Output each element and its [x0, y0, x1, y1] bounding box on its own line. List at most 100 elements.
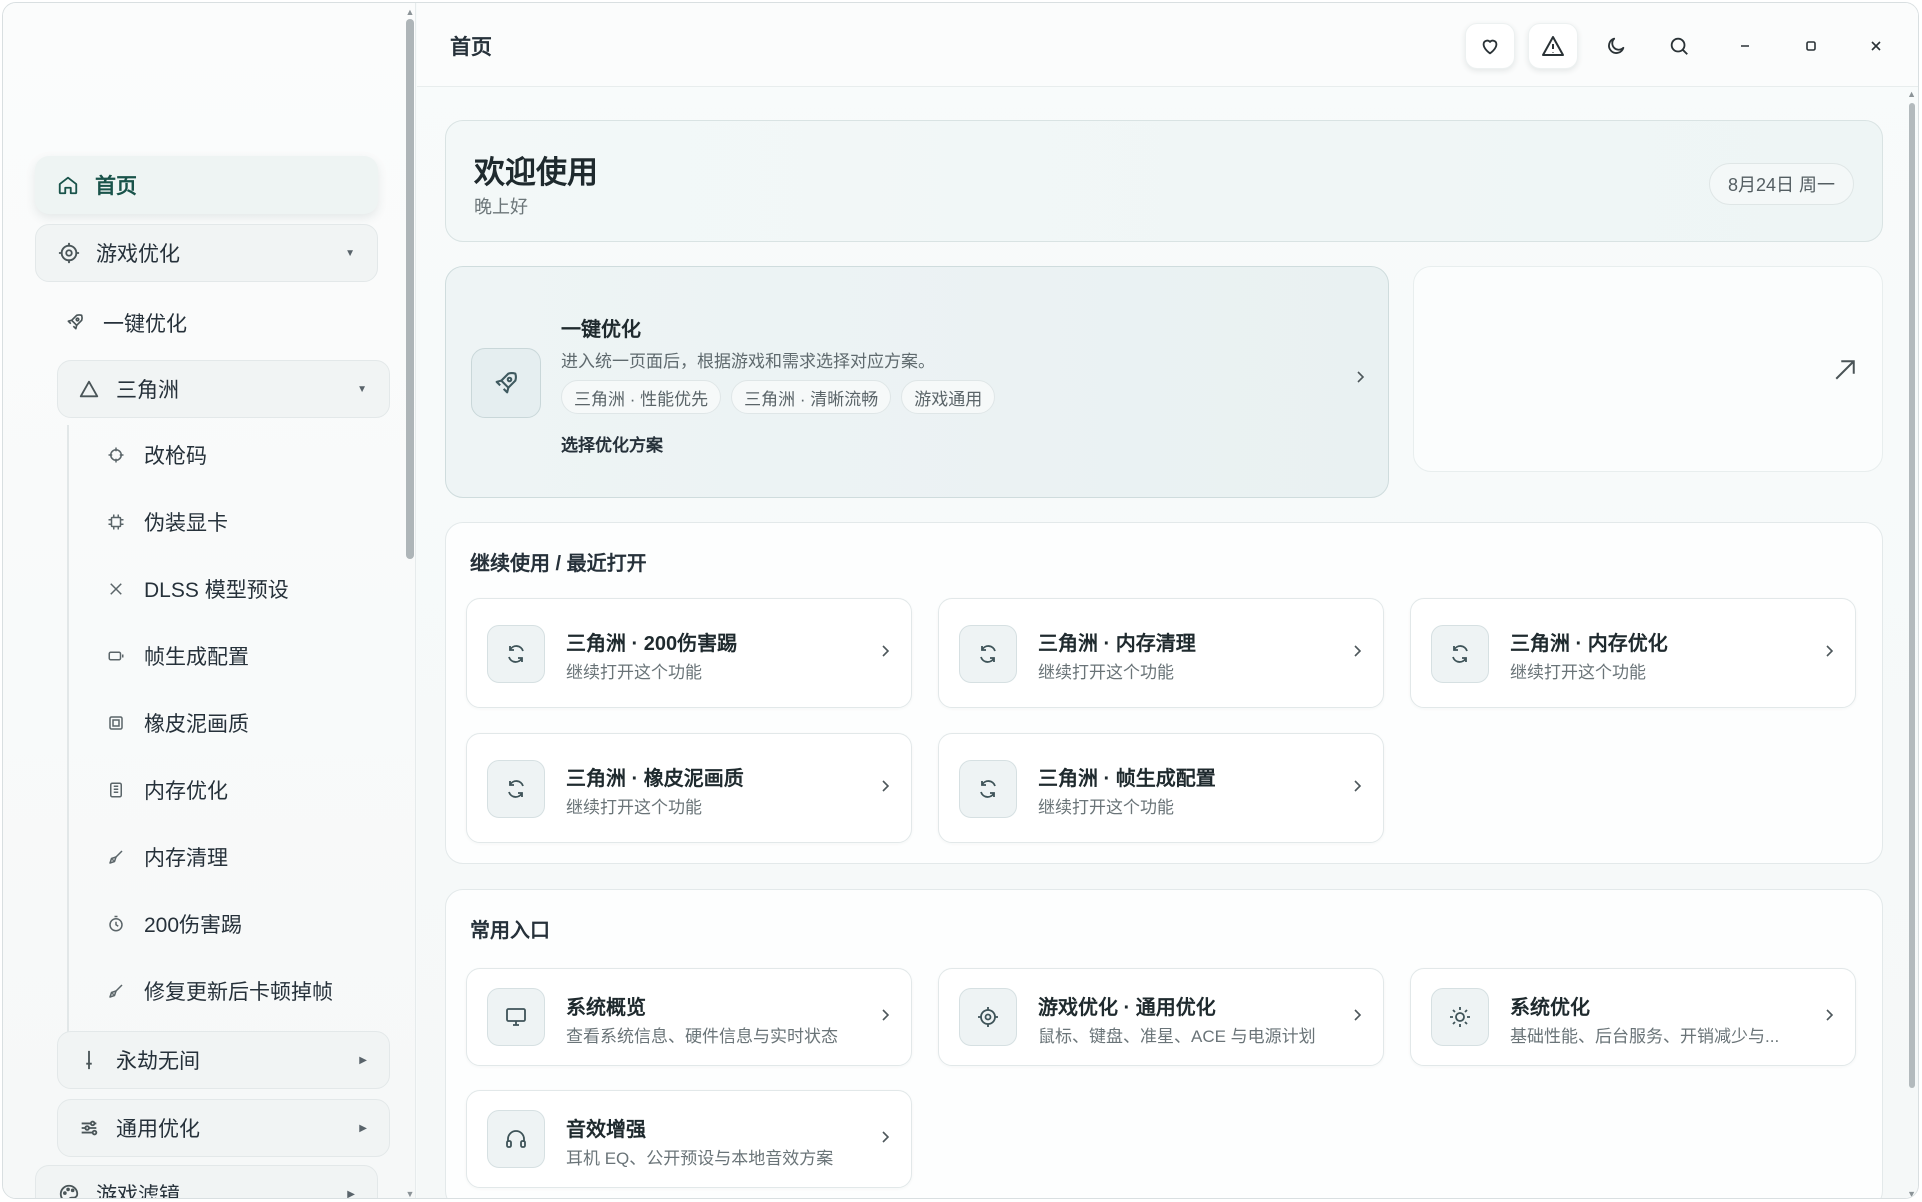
promo-card[interactable]: [1413, 266, 1883, 472]
common-item-game-general[interactable]: 游戏优化 · 通用优化 鼠标、键盘、准星、ACE 与电源计划: [938, 968, 1384, 1066]
caret-down-icon: ▼: [357, 383, 367, 395]
sidebar-sub-fake-gpu[interactable]: 伪装显卡: [107, 502, 228, 542]
section-title: 继续使用 / 最近打开: [470, 553, 647, 575]
chevron-right-icon: [877, 643, 893, 659]
scroll-down-arrow[interactable]: ▼: [1907, 1189, 1916, 1198]
common-item-title: 音效增强: [566, 1119, 646, 1141]
refresh-icon: [487, 625, 545, 683]
tag-general[interactable]: 游戏通用: [901, 380, 996, 414]
maximize-icon: [1804, 39, 1818, 53]
tree-line: [67, 425, 69, 1035]
scroll-up-arrow[interactable]: ▲: [1907, 89, 1916, 99]
sidebar-item-label: 修复更新后卡顿掉帧: [144, 981, 333, 1004]
recent-item[interactable]: 三角洲 · 内存清理 继续打开这个功能: [938, 598, 1384, 708]
sidebar-item-label: 三角洲: [116, 379, 179, 402]
palette-icon: [58, 1183, 80, 1198]
sidebar-item-label: 游戏滤镜: [96, 1184, 180, 1199]
sidebar-item-home[interactable]: 首页: [35, 156, 378, 214]
common-item-system-overview[interactable]: 系统概览 查看系统信息、硬件信息与实时状态: [466, 968, 912, 1066]
recent-item-subtitle: 继续打开这个功能: [566, 798, 702, 817]
sidebar-item-general-opt[interactable]: 通用优化 ▶: [57, 1099, 390, 1157]
one-click-description: 进入统一页面后，根据游戏和需求选择对应方案。: [561, 352, 935, 371]
sidebar-item-game-filter[interactable]: 游戏滤镜 ▶: [35, 1165, 378, 1199]
refresh-icon: [1431, 625, 1489, 683]
recent-item-subtitle: 继续打开这个功能: [1038, 798, 1174, 817]
common-item-system-opt[interactable]: 系统优化 基础性能、后台服务、开销减少与...: [1410, 968, 1856, 1066]
common-section: 常用入口 系统概览 查看系统信息、硬件信息与实时状态 游戏优化 · 通用优化 鼠…: [445, 889, 1883, 1198]
maximize-button[interactable]: [1786, 23, 1836, 69]
tag-delta-clear[interactable]: 三角洲 · 清晰流畅: [731, 380, 892, 414]
sidebar-item-game-opt[interactable]: 游戏优化 ▼: [35, 224, 378, 282]
sidebar-sub-frame-gen[interactable]: 帧生成配置: [107, 636, 249, 676]
common-item-title: 系统优化: [1510, 997, 1590, 1019]
main-scrollbar[interactable]: [1909, 103, 1915, 1088]
recent-item[interactable]: 三角洲 · 200伤害踢 继续打开这个功能: [466, 598, 912, 708]
sidebar-sub-mem-opt[interactable]: 内存优化: [107, 770, 228, 810]
common-item-audio[interactable]: 音效增强 耳机 EQ、公开预设与本地音效方案: [466, 1090, 912, 1188]
sidebar-sub-fix-stutter[interactable]: 修复更新后卡顿掉帧: [107, 971, 333, 1011]
recent-item-title: 三角洲 · 200伤害踢: [566, 633, 738, 655]
image-icon: [107, 714, 125, 732]
warning-icon: [1541, 34, 1565, 58]
external-link-icon: [1830, 355, 1860, 385]
search-icon: [1668, 35, 1690, 57]
scroll-down-arrow[interactable]: ▼: [405, 1189, 415, 1198]
one-click-card[interactable]: 一键优化 进入统一页面后，根据游戏和需求选择对应方案。 三角洲 · 性能优先 三…: [445, 266, 1389, 498]
home-icon: [57, 174, 79, 196]
recent-item-title: 三角洲 · 内存清理: [1038, 633, 1196, 655]
main-content: 首页 欢迎使用 晚上好 8月24日 周一 一键优化 进入统一页面后，根据游戏和需…: [417, 3, 1918, 1198]
favorite-button[interactable]: [1465, 23, 1515, 69]
recent-item-subtitle: 继续打开这个功能: [1510, 663, 1646, 682]
minimize-button[interactable]: [1720, 23, 1770, 69]
sidebar-item-label: 永劫无间: [116, 1050, 200, 1073]
select-plan-link[interactable]: 选择优化方案: [561, 431, 663, 456]
scroll-up-arrow[interactable]: ▲: [405, 7, 415, 17]
refresh-icon: [959, 760, 1017, 818]
sidebar-scrollbar[interactable]: [406, 19, 414, 559]
sidebar-item-label: 200伤害踢: [144, 914, 243, 937]
sidebar-item-label: 游戏优化: [96, 243, 180, 266]
chip-icon: [107, 513, 125, 531]
search-button[interactable]: [1654, 23, 1704, 69]
tag-delta-performance[interactable]: 三角洲 · 性能优先: [561, 380, 722, 414]
recent-item-title: 三角洲 · 内存优化: [1510, 633, 1668, 655]
sidebar-item-label: 帧生成配置: [144, 646, 249, 669]
date-badge: 8月24日 周一: [1708, 163, 1854, 205]
recent-section: 继续使用 / 最近打开 三角洲 · 200伤害踢 继续打开这个功能 三角洲 · …: [445, 522, 1883, 864]
sword-icon: [78, 1049, 100, 1071]
sidebar-item-one-click[interactable]: 一键优化: [65, 294, 365, 352]
sidebar-item-label: 改枪码: [144, 445, 207, 468]
sidebar-sub-dlss[interactable]: DLSS 模型预设: [107, 569, 289, 609]
close-button[interactable]: [1851, 23, 1901, 69]
sidebar-sub-200-kick[interactable]: 200伤害踢: [107, 904, 242, 944]
broom-icon: [107, 982, 125, 1000]
sidebar-item-delta[interactable]: 三角洲 ▼: [57, 360, 390, 418]
recent-item[interactable]: 三角洲 · 帧生成配置 继续打开这个功能: [938, 733, 1384, 843]
common-item-subtitle: 鼠标、键盘、准星、ACE 与电源计划: [1038, 1027, 1316, 1046]
recent-item[interactable]: 三角洲 · 内存优化 继续打开这个功能: [1410, 598, 1856, 708]
chevron-right-icon: [1349, 643, 1365, 659]
common-item-subtitle: 查看系统信息、硬件信息与实时状态: [566, 1027, 838, 1046]
welcome-card: 欢迎使用 晚上好 8月24日 周一: [445, 120, 1883, 242]
sidebar-item-naraka[interactable]: 永劫无间 ▶: [57, 1031, 390, 1089]
recent-item-title: 三角洲 · 帧生成配置: [1038, 768, 1216, 790]
close-icon: [1869, 39, 1883, 53]
chevron-right-icon: [1349, 1007, 1365, 1023]
broom-icon: [107, 848, 125, 866]
recent-item-subtitle: 继续打开这个功能: [1038, 663, 1174, 682]
memory-icon: [107, 781, 125, 799]
theme-toggle-button[interactable]: [1591, 23, 1641, 69]
section-title: 常用入口: [470, 920, 550, 942]
sidebar-item-label: 通用优化: [116, 1118, 200, 1141]
recent-item-title: 三角洲 · 橡皮泥画质: [566, 768, 744, 790]
warning-button[interactable]: [1528, 23, 1578, 69]
sidebar-sub-mem-clean[interactable]: 内存清理: [107, 837, 228, 877]
sidebar-sub-clay-quality[interactable]: 橡皮泥画质: [107, 703, 249, 743]
recent-item[interactable]: 三角洲 · 橡皮泥画质 继续打开这个功能: [466, 733, 912, 843]
page-title: 首页: [450, 36, 492, 59]
triangle-icon: [78, 378, 100, 400]
minimize-icon: [1738, 39, 1752, 53]
sidebar-sub-gun-code[interactable]: 改枪码: [107, 435, 207, 475]
title-bar: 首页: [417, 3, 1918, 87]
one-click-tags: 三角洲 · 性能优先 三角洲 · 清晰流畅 游戏通用: [561, 380, 996, 414]
